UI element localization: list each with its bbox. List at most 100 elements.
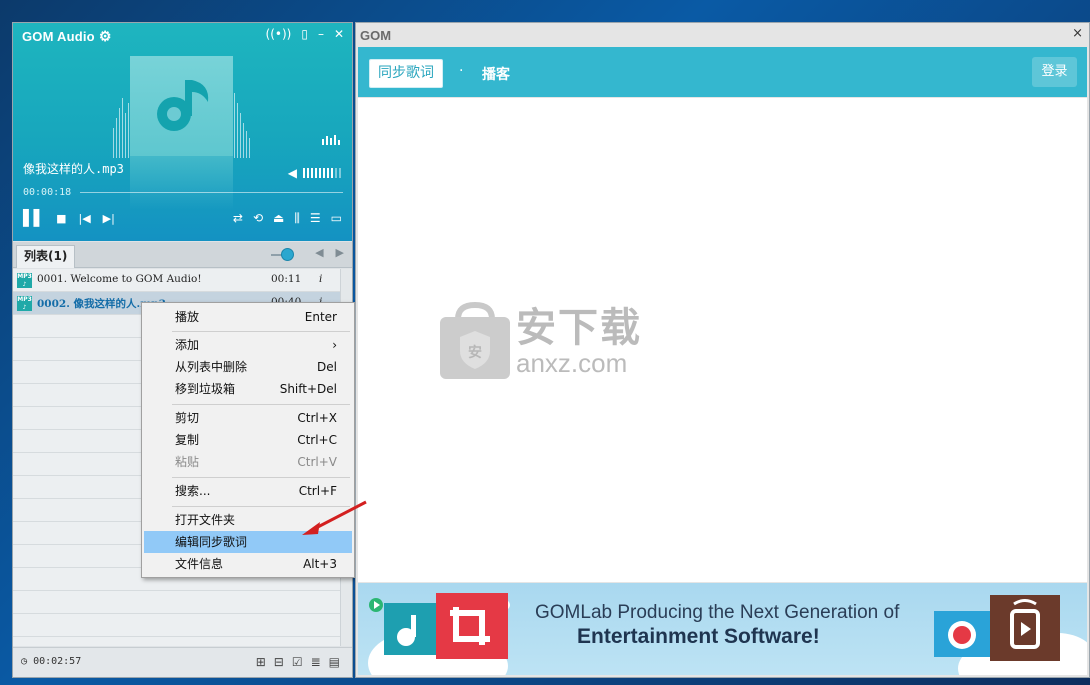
playlist-nav: ◀ ▶: [315, 246, 344, 259]
playlist-tab[interactable]: 列表(1): [16, 245, 76, 268]
close-button[interactable]: ✕: [334, 27, 344, 41]
player-header: GOM Audio ⚙ ((•)) ▯ – ✕ 像我这样的人.mp3 ◀ 00:…: [13, 23, 352, 241]
mobile-icon[interactable]: ▯: [301, 27, 308, 41]
volume-bar: [335, 168, 337, 178]
banner-line1: GOMLab Producing the Next Generation of: [535, 602, 900, 623]
mixer-icon[interactable]: ⫼: [294, 211, 300, 226]
minimize-button[interactable]: –: [318, 27, 324, 41]
tab-sync-lyrics[interactable]: 同步歌词: [369, 59, 443, 88]
track-title: 0001. Welcome to GOM Audio!: [37, 273, 202, 285]
menu-label: 文件信息: [175, 557, 224, 571]
volume-bar: [319, 168, 321, 178]
menu-shortcut: Ctrl+V: [297, 455, 337, 469]
svg-text:安: 安: [468, 344, 482, 361]
playlist-toggle-icon[interactable]: ☰: [310, 211, 321, 226]
shuffle-icon[interactable]: ⟲: [253, 211, 263, 226]
menu-item-move-to-trash[interactable]: 移到垃圾箱 Shift+Del: [144, 378, 352, 400]
tab-podcast[interactable]: 播客: [482, 64, 510, 84]
total-time-value: 00:02:57: [33, 656, 82, 667]
next-list-icon[interactable]: ▶: [336, 246, 344, 259]
volume-bars[interactable]: [303, 168, 341, 178]
gear-icon[interactable]: ⚙: [99, 28, 112, 44]
volume-control[interactable]: ◀: [288, 166, 341, 180]
remove-file-icon[interactable]: ⊟: [274, 655, 284, 669]
repeat-icon[interactable]: ⇄: [233, 211, 243, 226]
volume-bar: [315, 168, 317, 178]
speaker-icon[interactable]: ◀: [288, 166, 297, 180]
volume-bar: [303, 168, 305, 178]
playlist-tabbar: 列表(1) ◀ ▶: [13, 242, 352, 268]
previous-button[interactable]: |◀: [78, 213, 90, 224]
menu-separator: [172, 331, 350, 332]
promo-banner[interactable]: GOMLab Producing the Next Generation of …: [358, 583, 1087, 675]
menu-label: 搜索...: [175, 484, 211, 498]
visualizer-right: [234, 93, 250, 158]
menu-label: 添加: [175, 338, 200, 352]
red-arrow-annotation: [302, 500, 367, 535]
record-app-icon: [934, 611, 990, 657]
volume-bar: [307, 168, 309, 178]
menu-item-copy[interactable]: 复制 Ctrl+C: [144, 429, 352, 451]
broadcast-icon[interactable]: ((•)): [266, 27, 292, 41]
footer-tools: ⊞ ⊟ ☑ ≣ ▤: [256, 655, 340, 669]
empty-playlist-row: [13, 614, 340, 637]
menu-shortcut: Ctrl+X: [297, 411, 337, 425]
volume-bar: [323, 168, 325, 178]
volume-bar: [331, 168, 333, 178]
pause-button[interactable]: ▌▌: [23, 211, 45, 226]
visualizer-left: [113, 98, 129, 158]
menu-label: 移到垃圾箱: [175, 382, 236, 396]
sort-icon[interactable]: ≣: [311, 655, 321, 669]
volume-bar: [339, 168, 341, 178]
lyrics-content-area: 安 安下载 anxz.com: [358, 98, 1087, 582]
menu-label: 剪切: [175, 411, 200, 425]
menu-item-file-info[interactable]: 文件信息 Alt+3: [144, 553, 352, 575]
menu-item-remove-from-list[interactable]: 从列表中删除 Del: [144, 356, 352, 378]
menu-item-play[interactable]: 播放 Enter: [144, 306, 352, 328]
select-icon[interactable]: ☑: [292, 655, 303, 669]
now-playing-title: 像我这样的人.mp3: [23, 162, 124, 176]
track-info-icon[interactable]: i: [319, 273, 322, 285]
window-controls: ((•)) ▯ – ✕: [266, 27, 344, 41]
zoom-slider-knob[interactable]: [281, 248, 294, 261]
equalizer-icon[interactable]: [322, 133, 340, 145]
album-art: [130, 56, 233, 156]
close-icon[interactable]: ×: [1072, 26, 1083, 41]
seek-bar[interactable]: [80, 192, 343, 193]
prev-list-icon[interactable]: ◀: [315, 246, 323, 259]
save-list-icon[interactable]: ▤: [329, 655, 340, 669]
menu-item-paste: 粘贴 Ctrl+V: [144, 451, 352, 473]
empty-playlist-row: [13, 591, 340, 614]
window-title: GOM: [360, 28, 392, 43]
mp3-file-icon: MP3 ♪: [17, 296, 32, 311]
brand-label: GOM Audio: [22, 29, 95, 44]
login-button[interactable]: 登录: [1032, 57, 1077, 87]
menu-shortcut: Ctrl+C: [297, 433, 337, 447]
mp3-file-icon: MP3 ♪: [17, 273, 32, 288]
current-time: 00:00:18: [23, 187, 72, 198]
volume-bar: [327, 168, 329, 178]
eject-icon[interactable]: ⏏: [273, 211, 284, 226]
banner-line2: Entertainment Software!: [577, 625, 820, 648]
watermark: 安 安下载 anxz.com: [438, 301, 642, 381]
layout-icon[interactable]: ▭: [331, 211, 342, 226]
menu-item-add[interactable]: 添加 ›: [144, 334, 352, 356]
nav-bar: 同步歌词 · 播客 登录: [358, 47, 1087, 97]
menu-item-cut[interactable]: 剪切 Ctrl+X: [144, 407, 352, 429]
remote-app-icon: [990, 595, 1060, 661]
menu-separator: [172, 477, 350, 478]
menu-label: 打开文件夹: [175, 513, 236, 527]
watermark-url: anxz.com: [516, 348, 628, 378]
menu-label: 从列表中删除: [175, 360, 248, 374]
volume-bar: [311, 168, 313, 178]
play-app-icon: [369, 598, 383, 612]
transport-controls: ▌▌ ■ |◀ ▶|: [23, 211, 115, 226]
track-duration: 00:11: [271, 273, 302, 285]
watermark-text: 安下载 anxz.com: [516, 306, 642, 376]
playlist-row[interactable]: MP3 ♪ 0001. Welcome to GOM Audio! 00:11 i: [13, 269, 340, 292]
next-button[interactable]: ▶|: [103, 213, 115, 224]
add-file-icon[interactable]: ⊞: [256, 655, 266, 669]
stop-button[interactable]: ■: [56, 213, 66, 224]
music-app-icon: [384, 603, 440, 655]
submenu-arrow-icon: ›: [332, 338, 337, 352]
